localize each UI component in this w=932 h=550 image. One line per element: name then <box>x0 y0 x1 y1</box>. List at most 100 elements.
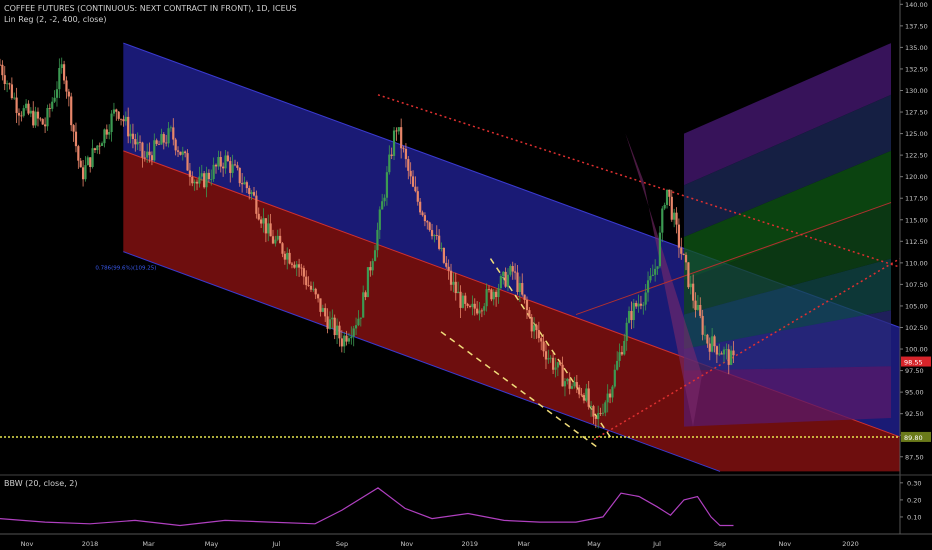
candle-body <box>730 350 733 365</box>
candle-body <box>286 252 289 260</box>
candle-body <box>295 264 298 268</box>
candle-body <box>454 281 457 294</box>
candle-body <box>103 129 106 144</box>
candle-body <box>229 161 232 173</box>
candle-body <box>205 172 208 188</box>
candle-body <box>483 306 486 311</box>
candle-body <box>589 406 593 407</box>
candle-body <box>706 334 709 344</box>
candle-body <box>430 230 434 237</box>
price-tick-label: 95.00 <box>905 389 924 397</box>
candle-body <box>478 310 481 314</box>
candle-body <box>376 229 379 251</box>
coffee-futures-chart[interactable]: 0.786(99.6%)(109.25) 140.00 137.50 135.00 13… <box>0 0 932 550</box>
candle-body <box>248 188 251 195</box>
price-tick-label: 125.00 <box>905 130 928 138</box>
candle-body <box>366 267 370 298</box>
candle-body <box>409 170 412 177</box>
candle-body <box>321 308 324 312</box>
candle-body <box>352 328 355 337</box>
price-tick-label: 112.50 <box>905 238 928 246</box>
candle-body <box>193 181 196 184</box>
candle-body <box>36 111 40 119</box>
candle-body <box>661 208 664 233</box>
candle-body <box>269 223 272 237</box>
candle-body <box>732 350 735 356</box>
candle-body <box>222 166 225 169</box>
candle-body <box>146 151 149 158</box>
candle-body <box>186 153 189 171</box>
candle-body <box>312 288 315 290</box>
candle-body <box>585 388 588 401</box>
candle-body <box>207 172 210 180</box>
candle-body <box>542 341 545 352</box>
candle-body <box>701 315 704 335</box>
candle-body <box>487 289 491 290</box>
candle-body <box>549 357 552 359</box>
candle-body <box>288 252 291 264</box>
candle-body <box>570 386 574 389</box>
price-tick-label: 140.00 <box>905 1 928 9</box>
candle-body <box>506 274 510 287</box>
candle-body <box>642 304 645 306</box>
time-tick-label: Sep <box>714 540 726 548</box>
candle-body <box>449 270 453 285</box>
time-tick-label: Sep <box>336 540 348 548</box>
candle-body <box>485 289 488 307</box>
candle-body <box>276 235 279 240</box>
candle-body <box>58 68 61 90</box>
candle-body <box>385 172 389 198</box>
candle-body <box>267 223 270 234</box>
candle-body <box>490 289 493 300</box>
time-tick-label: 2019 <box>462 540 479 548</box>
bbw-tick-label: 0.20 <box>907 496 921 504</box>
support-price-label: 89.80 <box>904 434 923 442</box>
candle-body <box>231 164 234 173</box>
time-tick-label: Jul <box>271 540 280 548</box>
candle-body <box>48 108 51 109</box>
candle-body <box>718 353 721 355</box>
candle-body <box>309 285 313 290</box>
candle-body <box>153 140 156 161</box>
candle-body <box>445 262 448 267</box>
candle-body <box>176 150 180 152</box>
candle-body <box>212 164 215 180</box>
candle-body <box>459 291 462 308</box>
candle-body <box>357 318 360 326</box>
candle-body <box>421 212 424 216</box>
candle-body <box>25 103 28 109</box>
candle-body <box>511 266 514 272</box>
candle-body <box>658 232 662 267</box>
price-tick-label: 107.50 <box>905 281 928 289</box>
bbw-tick-label: 0.30 <box>907 479 921 487</box>
candle-body <box>53 97 56 102</box>
candle-body <box>13 97 16 99</box>
candle-body <box>428 222 431 231</box>
candle-body <box>618 352 621 361</box>
candle-body <box>563 381 567 387</box>
candle-body <box>547 358 550 360</box>
candle-body <box>601 412 605 414</box>
candle-body <box>274 239 277 244</box>
price-tick-label: 117.50 <box>905 195 928 203</box>
candle-body <box>293 264 296 268</box>
candle-body <box>167 128 170 144</box>
candle-body <box>32 110 35 126</box>
price-tick-label: 102.50 <box>905 324 928 332</box>
time-tick-label: 2018 <box>82 540 99 548</box>
candle-body <box>165 142 168 144</box>
price-tick-label: 137.50 <box>905 22 928 30</box>
candle-body <box>214 164 218 167</box>
candle-body <box>281 243 284 254</box>
candle-body <box>468 305 472 307</box>
candle-body <box>141 142 144 158</box>
candle-body <box>711 336 714 352</box>
time-tick-label: Mar <box>142 540 155 548</box>
candle-body <box>198 176 201 184</box>
candle-body <box>499 275 502 289</box>
candle-body <box>447 266 450 271</box>
candle-body <box>233 164 237 166</box>
candle-body <box>70 96 73 126</box>
candle-body <box>677 224 681 248</box>
candle-body <box>302 268 305 277</box>
